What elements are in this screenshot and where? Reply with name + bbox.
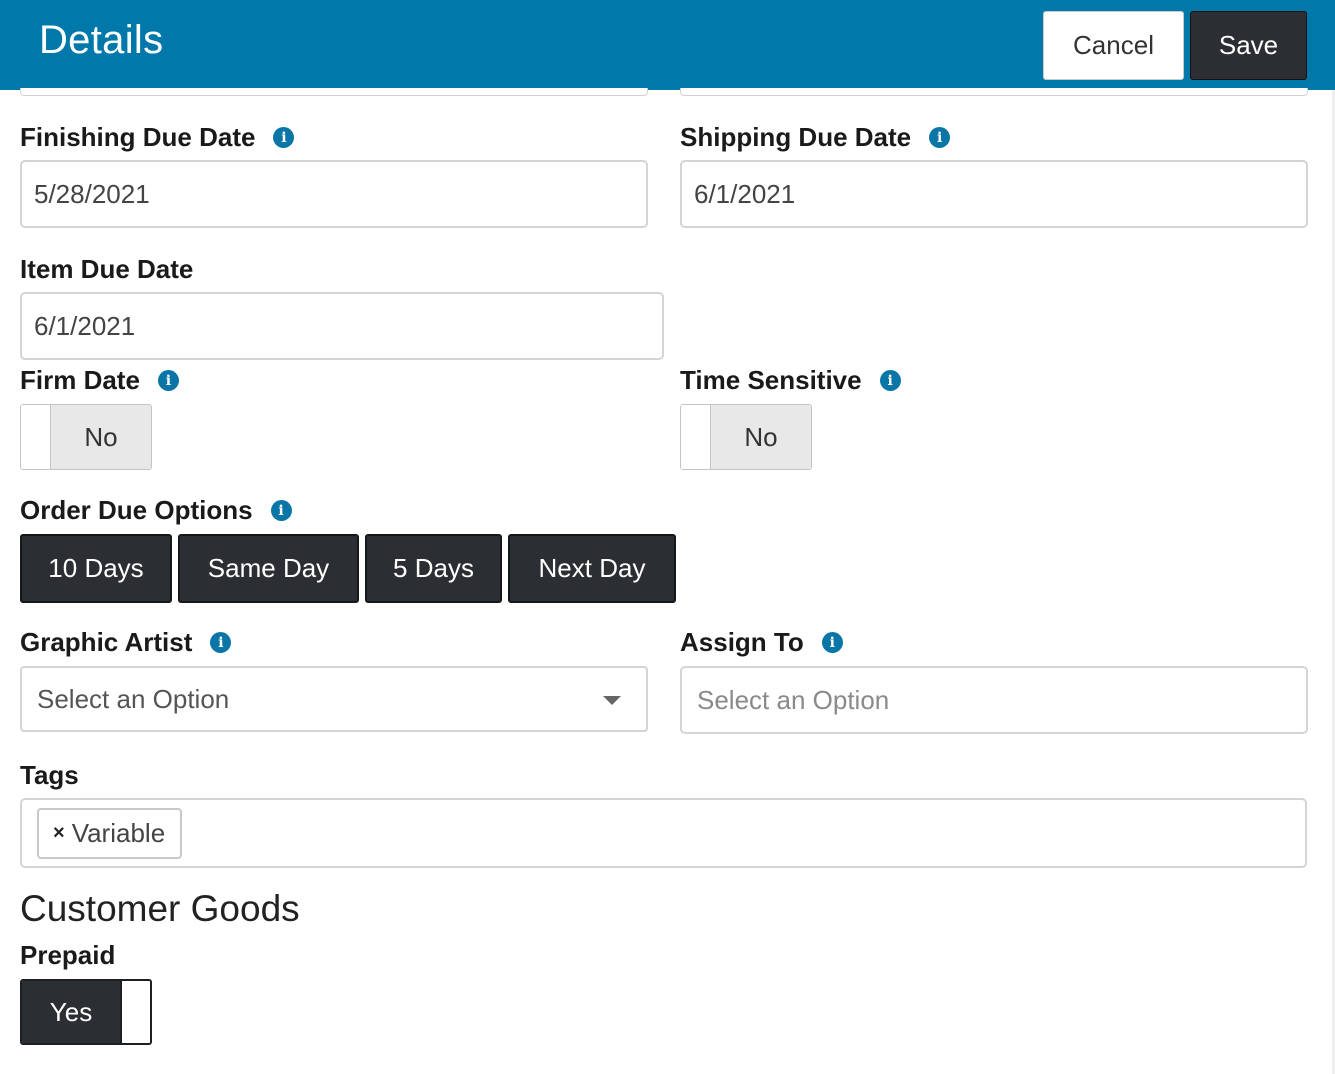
customer-goods-heading: Customer Goods [20,888,300,929]
scrolled-field-right[interactable] [680,88,1308,96]
item-due-date-input[interactable]: 6/1/2021 [20,292,664,360]
prepaid-label: Prepaid [20,940,116,970]
close-icon[interactable]: × [53,822,65,845]
order-due-10-days-button[interactable]: 10 Days [20,534,172,603]
info-icon[interactable]: i [821,632,843,653]
graphic-artist-select[interactable]: Select an Option [20,666,648,732]
shipping-due-date-input[interactable]: 6/1/2021 [680,160,1308,228]
order-due-same-day-button[interactable]: Same Day [178,534,359,603]
assign-to-input[interactable]: Select an Option [680,666,1308,734]
prepaid-toggle[interactable]: Yes [20,979,152,1045]
page-title: Details [39,18,164,62]
info-icon[interactable]: i [879,370,901,391]
assign-to-label: Assign To i [680,627,843,658]
order-due-options-label: Order Due Options i [20,495,292,526]
info-icon[interactable]: i [273,127,295,148]
scrolled-field-left[interactable] [20,88,648,96]
time-sensitive-toggle[interactable]: No [680,404,812,470]
toggle-state-label: No [51,405,151,469]
header-bar: Details Cancel Save [0,0,1335,90]
tags-label: Tags [20,760,79,790]
save-button[interactable]: Save [1190,11,1307,80]
tag-chip: × Variable [37,808,183,859]
chevron-down-icon[interactable] [603,696,621,705]
firm-date-label: Firm Date i [20,365,179,396]
finishing-due-date-input[interactable]: 5/28/2021 [20,160,648,228]
tag-label: Variable [71,818,166,848]
toggle-state-label: No [711,405,811,469]
graphic-artist-label: Graphic Artist i [20,627,232,658]
item-due-date-label: Item Due Date [20,254,194,284]
graphic-artist-placeholder: Select an Option [37,683,230,714]
toggle-state-label: Yes [22,981,120,1043]
info-icon[interactable]: i [270,500,292,521]
toggle-knob[interactable] [681,405,711,469]
cancel-button[interactable]: Cancel [1043,11,1184,80]
toggle-knob[interactable] [21,405,51,469]
shipping-due-date-label: Shipping Due Date i [680,122,951,153]
info-icon[interactable]: i [210,632,232,653]
order-due-5-days-button[interactable]: 5 Days [365,534,502,603]
finishing-due-date-label: Finishing Due Date i [20,122,295,153]
firm-date-toggle[interactable]: No [20,404,152,470]
order-due-next-day-button[interactable]: Next Day [508,534,676,603]
info-icon[interactable]: i [929,127,951,148]
time-sensitive-label: Time Sensitive i [680,365,901,396]
toggle-knob[interactable] [120,981,150,1043]
info-icon[interactable]: i [157,370,179,391]
tags-input[interactable]: × Variable [20,798,1307,868]
